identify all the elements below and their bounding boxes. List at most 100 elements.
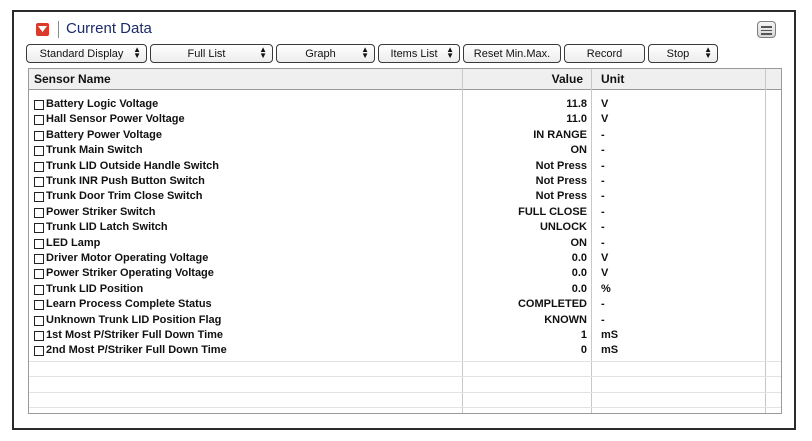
column-header-sensor-name[interactable]: Sensor Name [34,69,111,89]
sensor-name: Trunk LID Outside Handle Switch [46,159,219,172]
table-row[interactable]: Driver Motor Operating Voltage 0.0 V [29,251,781,266]
stop-select[interactable]: Stop ▲ ▼ [648,44,718,63]
spinner-arrows-icon: ▲ ▼ [259,45,267,60]
column-header-unit[interactable]: Unit [601,69,624,89]
table-row[interactable]: Trunk LID Outside Handle Switch Not Press… [29,159,781,174]
table-row[interactable]: Battery Power Voltage IN RANGE - [29,128,781,143]
row-checkbox[interactable] [34,192,44,203]
sensor-unit: - [601,144,605,157]
list-menu-icon[interactable] [757,21,776,38]
table-row[interactable]: Learn Process Complete Status COMPLETED - [29,297,781,312]
sensor-unit: - [601,190,605,203]
sensor-value: 0.0 [571,282,587,295]
sensor-unit: V [601,267,609,280]
row-checkbox[interactable] [34,300,44,311]
sensor-name: Trunk LID Latch Switch [46,221,168,234]
sensor-name: Power Striker Operating Voltage [46,267,214,280]
row-checkbox[interactable] [34,223,44,234]
sensor-unit: - [601,175,605,187]
full-list-select[interactable]: Full List ▲ ▼ [150,44,273,63]
grid-line [29,360,781,362]
row-checkbox[interactable] [34,284,44,295]
items-list-select[interactable]: Items List ▲ ▼ [378,44,460,63]
row-checkbox[interactable] [34,331,44,341]
table-row[interactable]: Trunk Door Trim Close Switch Not Press - [29,189,781,204]
current-data-window: Current Data Standard Display ▲ ▼ Full Li… [12,10,796,430]
sensor-name: Trunk Main Switch [46,144,143,157]
row-checkbox[interactable] [34,177,44,187]
row-checkbox[interactable] [34,100,44,110]
row-checkbox[interactable] [34,315,44,326]
spinner-arrows-icon: ▲ ▼ [133,45,141,60]
sensor-value: Not Press [535,159,587,172]
table-row[interactable]: Unknown Trunk LID Position Flag KNOWN - [29,313,781,328]
record-label: Record [586,47,623,60]
sensor-value: 1 [580,329,587,341]
sensor-unit: - [601,205,605,218]
sensor-unit: V [601,113,609,126]
sensor-unit: - [601,298,605,311]
sensor-value: 0.0 [571,267,587,280]
sensor-name: Battery Logic Voltage [46,98,159,110]
table-row[interactable]: Power Striker Switch FULL CLOSE - [29,205,781,220]
row-checkbox[interactable] [34,269,44,280]
full-list-label: Full List [187,47,226,60]
sensor-value: Not Press [535,175,587,187]
sensor-value: IN RANGE [533,128,587,141]
table-row[interactable]: 1st Most P/Striker Full Down Time 1 mS [29,328,781,343]
sensor-value: 0 [580,344,587,357]
sensor-unit: % [601,282,611,295]
sensor-name: 2nd Most P/Striker Full Down Time [46,344,227,357]
column-header-value[interactable]: Value [552,69,583,89]
row-checkbox[interactable] [34,238,44,249]
sensor-name: 1st Most P/Striker Full Down Time [46,329,224,341]
row-checkbox[interactable] [34,161,44,172]
toolbar: Standard Display ▲ ▼ Full List ▲ ▼ Graph ▲… [14,44,794,68]
standard-display-label: Standard Display [39,47,124,60]
reset-min-max-button[interactable]: Reset Min.Max. [463,44,561,63]
window-title: Current Data [66,20,152,37]
sensor-name: Trunk LID Position [46,282,144,295]
sensor-name: Unknown Trunk LID Position Flag [46,313,222,326]
sensor-unit: - [601,221,605,234]
sensor-name: Power Striker Switch [46,205,156,218]
row-checkbox[interactable] [34,130,44,141]
sensor-unit: - [601,313,605,326]
sensor-unit: V [601,252,609,264]
table-row[interactable]: Battery Logic Voltage 11.8 V [29,97,781,112]
graph-select[interactable]: Graph ▲ ▼ [276,44,375,63]
row-checkbox[interactable] [34,254,44,264]
row-checkbox[interactable] [34,207,44,218]
table-header: Sensor Name Value Unit [29,69,781,90]
sensor-name: Learn Process Complete Status [46,298,212,311]
spinner-arrows-icon: ▲ ▼ [704,45,712,60]
table-row[interactable]: LED Lamp ON - [29,236,781,251]
sensor-value: 11.0 [566,113,587,126]
table-row[interactable]: Trunk LID Latch Switch UNLOCK - [29,220,781,235]
sensor-name: Driver Motor Operating Voltage [46,252,209,264]
table-row[interactable]: Power Striker Operating Voltage 0.0 V [29,266,781,281]
spinner-arrows-icon: ▲ ▼ [446,45,454,60]
collapse-arrow-icon[interactable] [36,23,49,36]
sensor-name: Hall Sensor Power Voltage [46,113,185,126]
row-checkbox[interactable] [34,115,44,126]
row-checkbox[interactable] [34,146,44,157]
grid-line [29,376,781,378]
sensor-unit: - [601,236,605,249]
title-separator [58,21,59,38]
table-row[interactable]: Hall Sensor Power Voltage 11.0 V [29,112,781,127]
table-row[interactable]: 2nd Most P/Striker Full Down Time 0 mS [29,343,781,358]
record-button[interactable]: Record [564,44,645,63]
table-row[interactable]: Trunk INR Push Button Switch Not Press - [29,174,781,189]
sensor-value: KNOWN [544,313,587,326]
table-row[interactable]: Trunk LID Position 0.0% [29,282,781,297]
sensor-name: Battery Power Voltage [46,128,162,141]
title-bar: Current Data [14,12,794,42]
sensor-value: ON [570,144,588,157]
standard-display-select[interactable]: Standard Display ▲ ▼ [26,44,147,63]
reset-min-max-label: Reset Min.Max. [473,47,551,60]
table-row[interactable]: Trunk Main Switch ON - [29,143,781,158]
sensor-name: Trunk Door Trim Close Switch [46,190,203,203]
sensor-unit: - [601,159,605,172]
row-checkbox[interactable] [34,346,44,357]
